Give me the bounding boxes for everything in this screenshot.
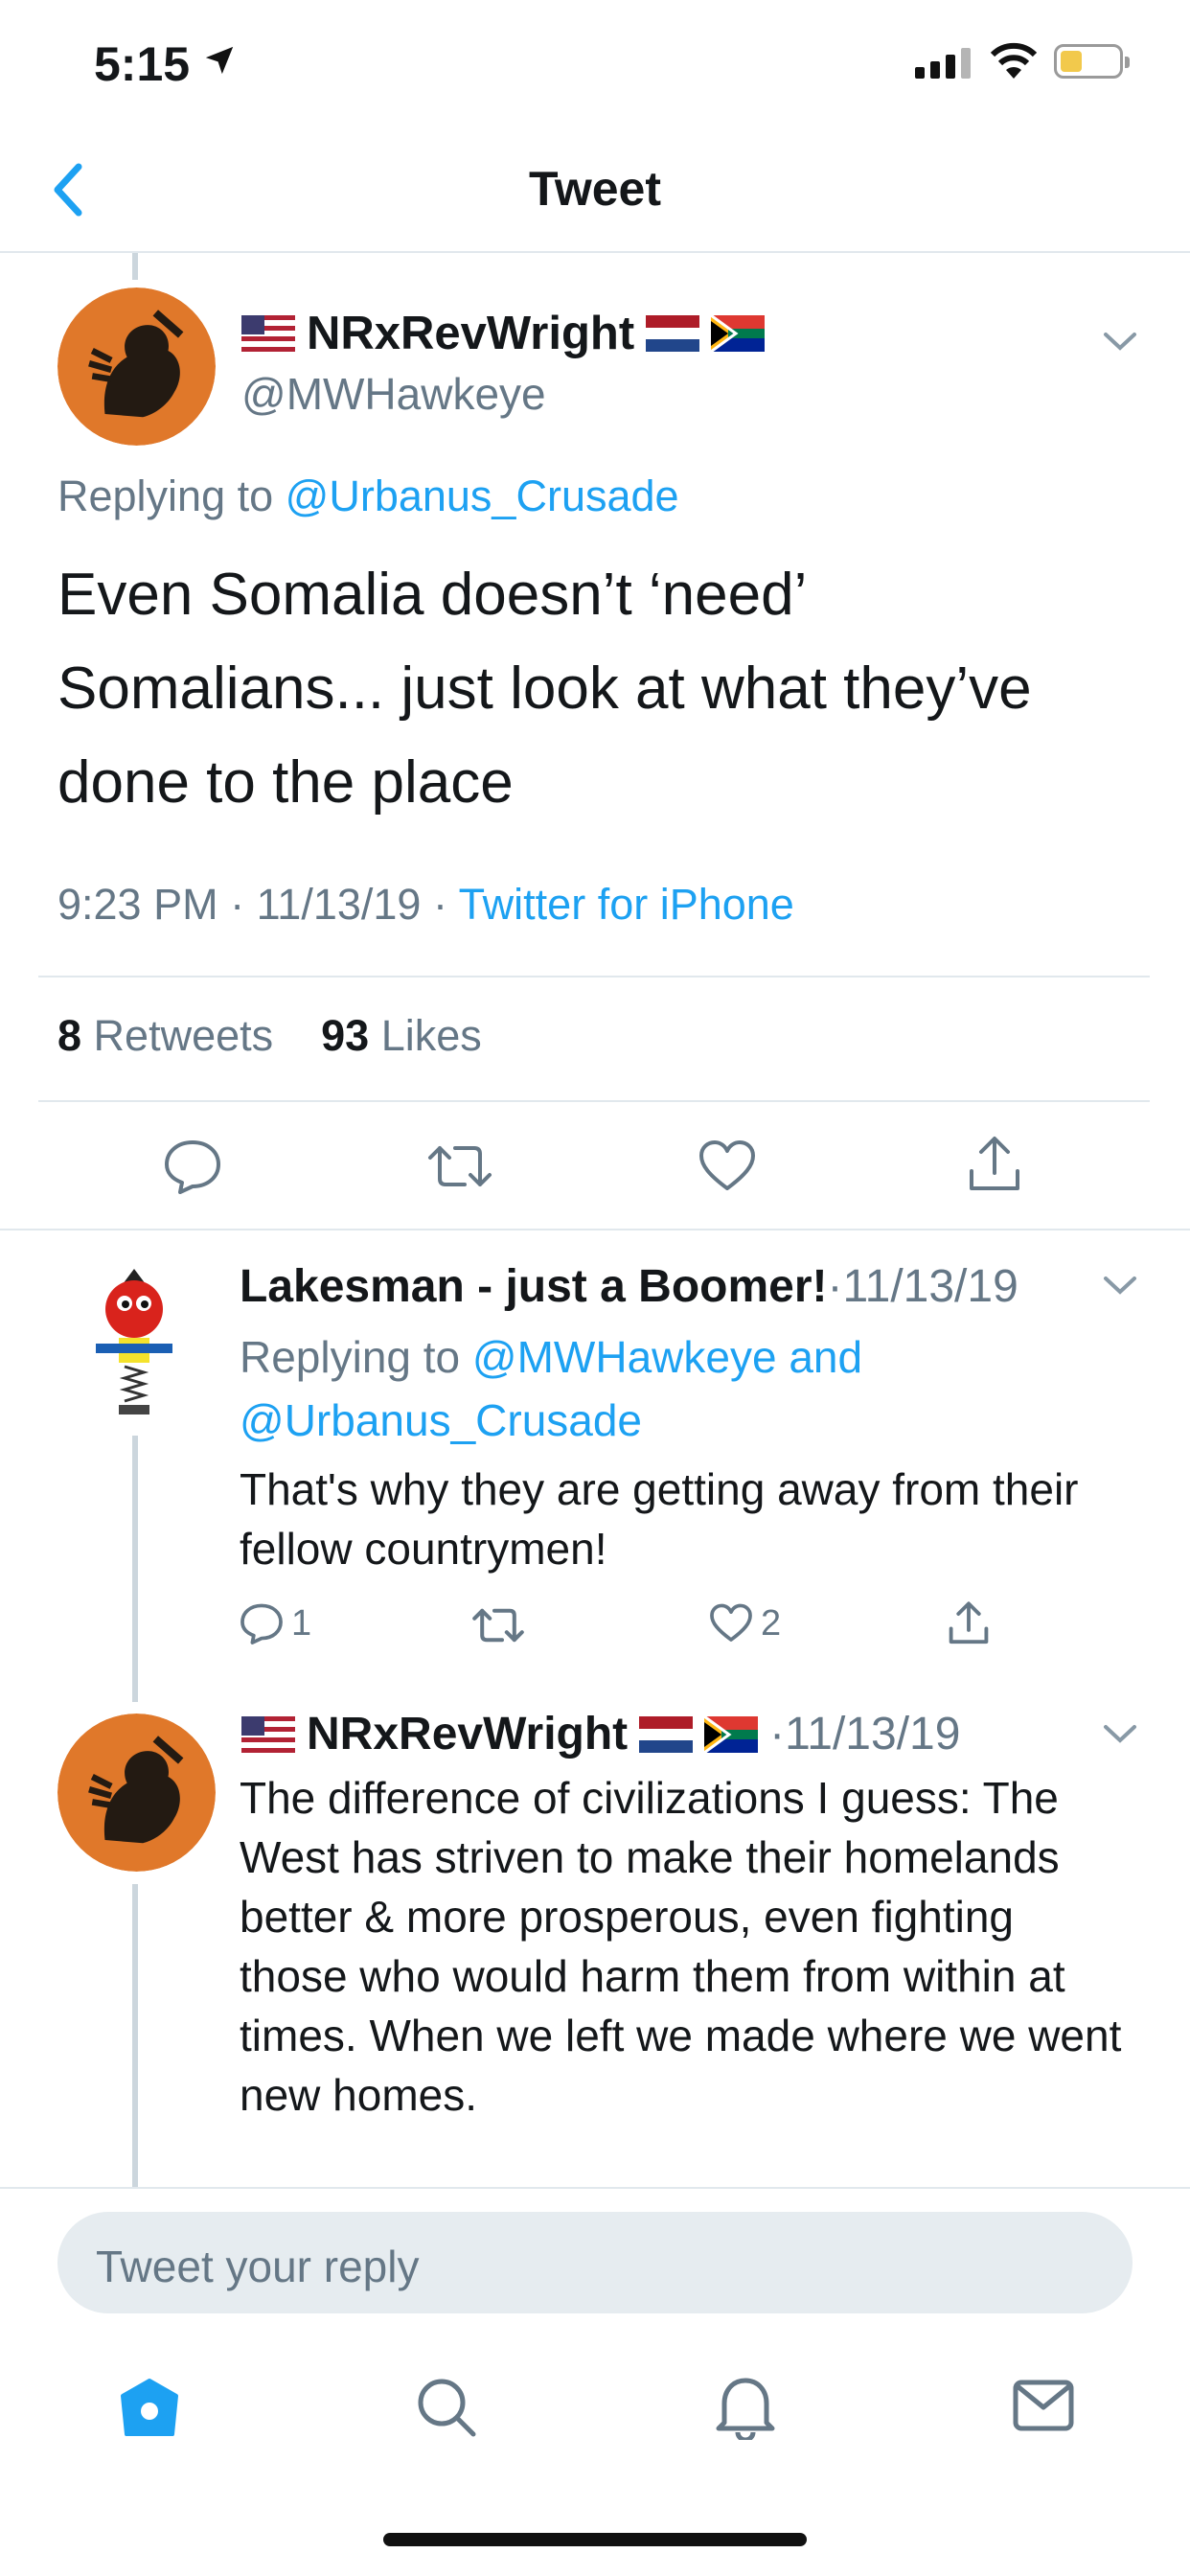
reply-mention-link[interactable]: @MWHawkeye and (472, 1332, 862, 1382)
share-icon[interactable] (947, 1600, 991, 1646)
reply-text: That's why they are getting away from th… (240, 1464, 1079, 1574)
retweet-icon[interactable] (426, 1142, 493, 1190)
reply-mention-link[interactable]: @Urbanus_Crusade (240, 1395, 642, 1445)
reply-author-row[interactable]: Lakesman - just a Boomer!·11/13/19 (240, 1260, 1018, 1313)
mascot-avatar-icon (96, 1269, 172, 1414)
reply-author-row[interactable]: NRxRevWright ·11/13/19 (241, 1708, 960, 1760)
divider (38, 976, 1150, 978)
chevron-down-icon[interactable] (1102, 331, 1138, 354)
header-divider (0, 251, 1190, 253)
avatar[interactable] (57, 1714, 216, 1872)
tweet-time: 9:23 PM (57, 880, 218, 929)
south-africa-flag-icon (711, 315, 766, 352)
reply-avatar[interactable] (77, 1263, 192, 1426)
tweet-meta: 9:23 PM · 11/13/19 · Twitter for iPhone (57, 880, 794, 929)
divider (38, 1100, 1150, 1102)
author-name: NRxRevWright (307, 308, 635, 359)
composer-divider (0, 2187, 1190, 2189)
lion-avatar-icon (57, 1714, 216, 1872)
reply-author-name: NRxRevWright (307, 1709, 629, 1760)
thread-line (132, 253, 138, 280)
reply-action[interactable]: 1 (240, 1602, 311, 1644)
netherlands-flag-icon (646, 315, 700, 352)
like-action[interactable]: 2 (709, 1602, 781, 1644)
retweets-stat[interactable]: 8 Retweets (57, 1011, 273, 1060)
section-divider (0, 1229, 1190, 1230)
reply-date: ·11/13/19 (827, 1261, 1018, 1312)
tweet-reply-input[interactable]: Tweet your reply (57, 2212, 1133, 2313)
chevron-down-icon[interactable] (1102, 1723, 1138, 1746)
likes-stat[interactable]: 93 Likes (321, 1011, 482, 1060)
south-africa-flag-icon (704, 1715, 759, 1753)
reply-date: ·11/13/19 (769, 1709, 961, 1760)
reply-author-name: Lakesman - just a Boomer! (240, 1261, 828, 1312)
thread-line (132, 1884, 138, 2187)
notifications-bell-icon[interactable] (715, 2371, 776, 2440)
share-icon[interactable] (966, 1135, 1023, 1194)
messages-envelope-icon[interactable] (1012, 2379, 1075, 2432)
tweet-author-row[interactable]: NRxRevWright (241, 307, 766, 360)
like-heart-icon (710, 1603, 752, 1642)
like-count: 2 (761, 1602, 782, 1644)
reply-mention-link[interactable]: @Urbanus_Crusade (286, 472, 679, 520)
reply-text: The difference of civilizations I guess:… (240, 1773, 1122, 2120)
reply-icon[interactable] (163, 1138, 222, 1194)
cell-signal-icon (915, 48, 971, 79)
battery-icon (1054, 44, 1130, 79)
home-icon[interactable] (117, 2375, 182, 2438)
like-heart-icon[interactable] (698, 1138, 757, 1194)
us-flag-icon (241, 315, 295, 352)
tweet-source-link[interactable]: Twitter for iPhone (459, 880, 794, 929)
avatar[interactable] (57, 288, 216, 446)
replying-to: Replying to @MWHawkeye and @Urbanus_Crus… (240, 1332, 863, 1445)
chevron-down-icon[interactable] (1102, 1275, 1138, 1298)
lion-avatar-icon (57, 288, 216, 446)
retweet-icon[interactable] (471, 1606, 525, 1644)
page-title: Tweet (529, 162, 661, 216)
location-arrow-icon (205, 46, 234, 75)
tweet-counts: 8 Retweets 93 Likes (57, 1011, 482, 1061)
search-icon[interactable] (414, 2375, 479, 2440)
thread-line (132, 1436, 138, 1702)
reply-icon (240, 1603, 283, 1644)
reply-count: 1 (291, 1602, 312, 1644)
tweet-date: 11/13/19 (256, 880, 422, 929)
status-time: 5:15 (94, 37, 191, 91)
tweet-text: Even Somalia doesn’t ‘need’ Somalians...… (57, 562, 1032, 816)
wifi-icon (990, 42, 1038, 79)
author-handle[interactable]: @MWHawkeye (241, 368, 546, 420)
replying-to: Replying to @Urbanus_Crusade (57, 472, 679, 520)
home-indicator (383, 2533, 807, 2546)
us-flag-icon (241, 1715, 295, 1753)
netherlands-flag-icon (639, 1715, 694, 1753)
